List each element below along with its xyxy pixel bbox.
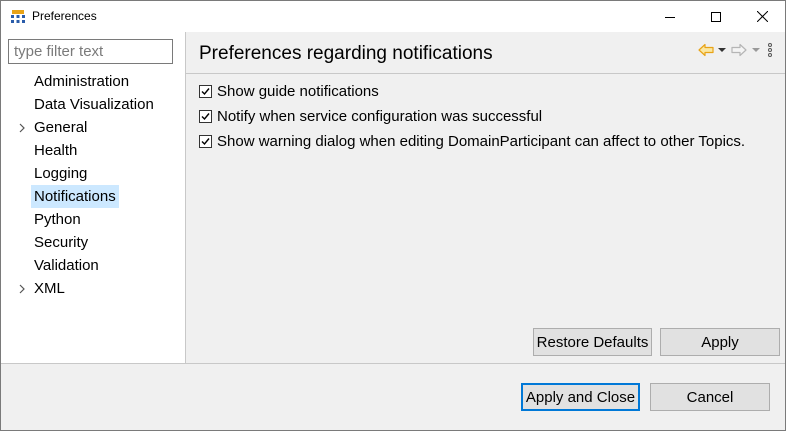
tree-item-label: General <box>34 119 88 136</box>
chevron-right-icon[interactable] <box>16 277 28 300</box>
option-label: Notify when service configuration was su… <box>217 107 543 125</box>
tree-item-health[interactable]: Health <box>1 139 185 162</box>
page-header: Preferences regarding notifications <box>186 32 785 74</box>
maximize-icon <box>711 11 721 22</box>
cancel-button[interactable]: Cancel <box>650 383 770 411</box>
maximize-button[interactable] <box>693 1 739 32</box>
forward-arrow-icon <box>731 43 747 57</box>
option-label: Show warning dialog when editing DomainP… <box>217 132 746 150</box>
tree-item-general[interactable]: General <box>1 116 185 139</box>
tree-item-notifications[interactable]: Notifications <box>1 185 185 208</box>
restore-defaults-button[interactable]: Restore Defaults <box>533 328 652 356</box>
tree-item-label: Data Visualization <box>34 96 154 113</box>
tree-item-label: Health <box>34 142 78 159</box>
forward-button[interactable] <box>729 40 749 60</box>
option-show-warning-dialog[interactable]: Show warning dialog when editing DomainP… <box>199 131 745 151</box>
tree-item-label: Administration <box>34 73 130 90</box>
view-menu-icon <box>768 43 772 57</box>
apply-button[interactable]: Apply <box>660 328 780 356</box>
chevron-right-icon[interactable] <box>16 116 28 139</box>
title-bar: Preferences <box>1 1 785 32</box>
dropdown-arrow-icon <box>718 48 726 52</box>
dropdown-arrow-icon <box>752 48 760 52</box>
tree-item-logging[interactable]: Logging <box>1 162 185 185</box>
page-title: Preferences regarding notifications <box>199 43 493 64</box>
back-dropdown-button[interactable] <box>715 40 729 60</box>
tree-item-xml[interactable]: XML <box>1 277 185 300</box>
tree-item-label: XML <box>34 280 65 297</box>
apply-and-close-button[interactable]: Apply and Close <box>521 383 640 411</box>
option-notify-service-configuration[interactable]: Notify when service configuration was su… <box>199 106 542 126</box>
tree-item-label: Python <box>34 211 81 228</box>
preference-page: Preferences regarding notifications Show… <box>186 32 785 363</box>
tree-item-security[interactable]: Security <box>1 231 185 254</box>
tree-item-label: Security <box>34 234 89 251</box>
main-area: Administration Data Visualization Genera… <box>1 32 785 364</box>
tree-item-label: Notifications <box>31 185 119 208</box>
dialog-footer: Apply and Close Cancel <box>1 364 785 430</box>
minimize-icon <box>665 16 675 18</box>
minimize-button[interactable] <box>647 1 693 32</box>
forward-dropdown-button[interactable] <box>749 40 763 60</box>
checkmark-icon <box>201 137 210 145</box>
back-button[interactable] <box>697 40 715 60</box>
preferences-window: Preferences Administration <box>0 0 786 431</box>
checkbox[interactable] <box>199 134 212 148</box>
page-navigation-tools <box>697 40 777 60</box>
option-label: Show guide notifications <box>217 82 379 100</box>
back-arrow-icon <box>698 43 714 57</box>
window-title: Preferences <box>32 9 97 23</box>
preferences-tree: Administration Data Visualization Genera… <box>1 70 185 300</box>
tree-item-validation[interactable]: Validation <box>1 254 185 277</box>
checkbox[interactable] <box>199 109 212 123</box>
close-button[interactable] <box>739 1 785 32</box>
close-icon <box>756 11 768 22</box>
tree-item-label: Logging <box>34 165 88 182</box>
option-show-guide-notifications[interactable]: Show guide notifications <box>199 81 379 101</box>
filter-input[interactable] <box>8 39 173 64</box>
app-icon <box>10 9 26 25</box>
tree-item-data-visualization[interactable]: Data Visualization <box>1 93 185 116</box>
tree-item-label: Validation <box>34 257 99 274</box>
checkmark-icon <box>201 112 210 120</box>
tree-item-administration[interactable]: Administration <box>1 70 185 93</box>
tree-item-python[interactable]: Python <box>1 208 185 231</box>
preferences-navigator: Administration Data Visualization Genera… <box>1 32 186 363</box>
view-menu-button[interactable] <box>763 40 777 60</box>
checkmark-icon <box>201 87 210 95</box>
checkbox[interactable] <box>199 84 212 98</box>
page-content: Show guide notifications Notify when ser… <box>186 74 785 363</box>
